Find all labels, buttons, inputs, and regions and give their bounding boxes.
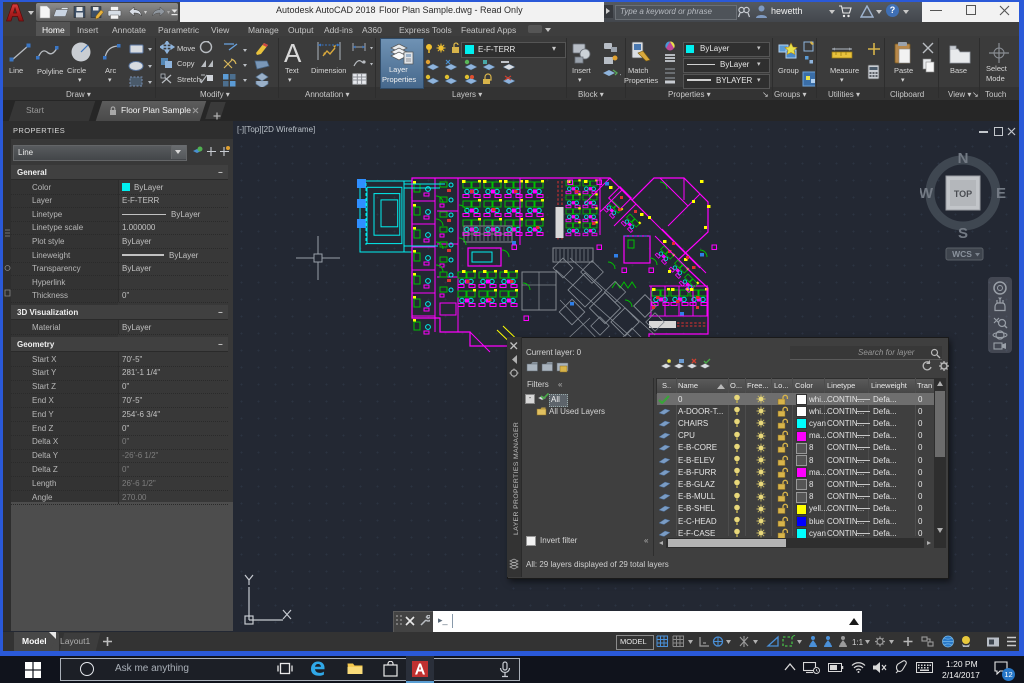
svg-text:N: N [958, 150, 969, 167]
svg-text:TOP: TOP [954, 189, 972, 199]
svg-text:1:1: 1:1 [852, 638, 864, 647]
svg-text:W: W [920, 185, 934, 202]
svg-text:S: S [958, 225, 968, 242]
svg-text:WCS: WCS [952, 249, 972, 259]
svg-text:E: E [996, 185, 1006, 202]
